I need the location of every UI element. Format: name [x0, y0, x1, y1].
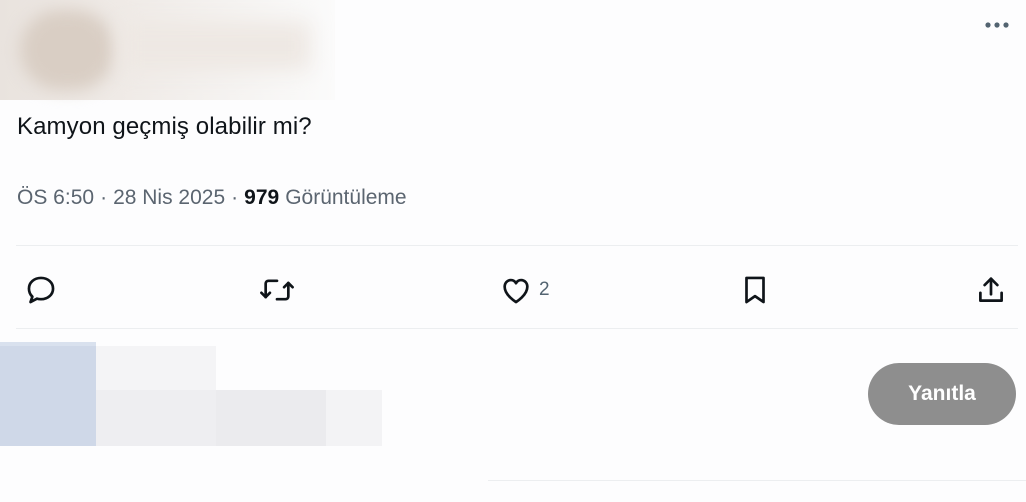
share-action[interactable]: [974, 270, 1008, 310]
meta-separator: ·: [231, 186, 239, 209]
blurred-block: [0, 346, 96, 446]
share-icon: [974, 273, 1008, 307]
retweet-icon: [258, 273, 296, 307]
blurred-author-name: [120, 22, 310, 70]
like-action[interactable]: 2: [498, 270, 550, 310]
bottom-divider: [488, 480, 1026, 481]
action-bar: 2: [0, 262, 1026, 318]
blurred-block: [96, 390, 216, 446]
like-count: 2: [539, 279, 550, 300]
more-options-icon[interactable]: [980, 10, 1014, 40]
blurred-block: [326, 390, 382, 446]
tweet-time[interactable]: ÖS 6:50: [17, 186, 94, 210]
views-label: Görüntüleme: [285, 186, 407, 209]
reply-action[interactable]: [24, 270, 58, 310]
bookmark-icon: [738, 273, 772, 307]
comment-icon: [24, 273, 58, 307]
tweet-meta: ÖS 6:50 · 28 Nis 2025 · 979 Görüntüleme: [17, 186, 407, 210]
tweet-date[interactable]: 28 Nis 2025: [113, 186, 225, 210]
blurred-author-header: [0, 0, 335, 100]
blurred-avatar: [20, 10, 115, 90]
tweet-text: Kamyon geçmiş olabilir mi?: [17, 113, 312, 140]
divider-top: [16, 245, 1018, 246]
divider-bottom: [16, 328, 1018, 329]
meta-separator: ·: [100, 186, 108, 209]
blurred-block: [96, 346, 216, 390]
views-count: 979: [244, 186, 280, 209]
blurred-reply-composer: [0, 342, 385, 448]
blurred-block: [216, 390, 326, 446]
retweet-action[interactable]: [258, 270, 296, 310]
bookmark-action[interactable]: [738, 270, 772, 310]
heart-icon: [498, 273, 534, 307]
reply-button[interactable]: Yanıtla: [868, 363, 1016, 425]
